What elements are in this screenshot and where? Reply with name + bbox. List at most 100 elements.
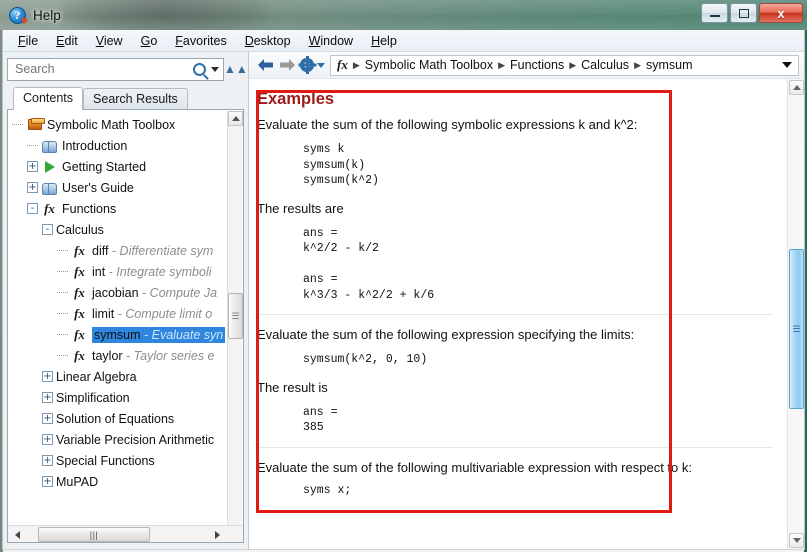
breadcrumb-separator: ▶ xyxy=(498,59,505,70)
tree-item-variable-precision-arithmetic[interactable]: + Variable Precision Arithmetic xyxy=(12,429,243,450)
back-arrow-icon[interactable] xyxy=(254,58,276,72)
collapse-panel-button[interactable]: ▲▲ xyxy=(224,58,248,81)
forward-arrow-icon[interactable] xyxy=(276,58,298,72)
breadcrumb-separator: ▶ xyxy=(569,59,577,70)
tree-item-label: MuPAD xyxy=(56,474,99,489)
search-box[interactable] xyxy=(7,57,224,81)
menu-view[interactable]: View xyxy=(87,32,132,50)
section-divider xyxy=(255,314,773,315)
breadcrumb[interactable]: fx ▶ Symbolic Math Toolbox ▶ Functions ▶… xyxy=(330,54,799,76)
search-icon[interactable] xyxy=(193,62,206,76)
tree-item-label: Variable Precision Arithmetic xyxy=(56,432,215,447)
paragraph-1: Evaluate the sum of the following symbol… xyxy=(257,117,638,132)
document-scroll-up-button[interactable] xyxy=(789,80,804,95)
menu-bar: File Edit View Go Favorites Desktop Wind… xyxy=(3,30,804,52)
expand-icon[interactable]: + xyxy=(42,413,53,424)
document-body: Examples Evaluate the sum of the followi… xyxy=(249,79,787,549)
menu-window[interactable]: Window xyxy=(300,32,362,50)
search-input[interactable] xyxy=(15,62,193,76)
fx-icon: fx xyxy=(74,347,85,363)
tree-item-diff[interactable]: fx diff - Differentiate sym xyxy=(12,240,243,261)
content-panel: fx ▶ Symbolic Math Toolbox ▶ Functions ▶… xyxy=(249,52,804,549)
tree-item-symsum[interactable]: fx symsum - Evaluate syn xyxy=(12,324,243,345)
collapse-icon[interactable]: - xyxy=(27,203,38,214)
tree-item-label: Symbolic Math Toolbox xyxy=(47,117,176,132)
tree-item-getting-started[interactable]: + Getting Started xyxy=(12,156,243,177)
settings-button[interactable] xyxy=(300,56,325,74)
tree-item-label: Solution of Equations xyxy=(56,411,175,426)
book-closed-icon xyxy=(26,118,45,130)
collapse-icon[interactable]: - xyxy=(42,224,53,235)
paragraph-2: The results are xyxy=(257,200,344,216)
tree-vertical-scrollbar[interactable]: ☰ xyxy=(227,111,243,541)
expand-icon[interactable]: + xyxy=(42,476,53,487)
maximize-button[interactable] xyxy=(730,3,757,23)
breadcrumb-item-functions[interactable]: Functions xyxy=(510,58,564,72)
tree-scroll-thumb[interactable]: ☰ xyxy=(228,293,243,339)
tree-item-mupad[interactable]: + MuPAD xyxy=(12,471,243,492)
menu-favorites[interactable]: Favorites xyxy=(166,32,235,50)
tree-item-taylor[interactable]: fx taylor - Taylor series e xyxy=(12,345,243,366)
menu-file[interactable]: File xyxy=(9,32,47,50)
expand-icon[interactable]: + xyxy=(27,182,38,193)
document-scroll-down-button[interactable] xyxy=(789,533,804,548)
breadcrumb-dropdown-icon[interactable] xyxy=(782,62,792,68)
expand-icon[interactable]: + xyxy=(42,392,53,403)
tree-horizontal-scrollbar[interactable]: ||| xyxy=(8,525,243,542)
menu-desktop[interactable]: Desktop xyxy=(236,32,300,50)
close-button[interactable]: x xyxy=(759,3,803,23)
settings-dropdown-icon[interactable] xyxy=(317,62,325,68)
document-vertical-scrollbar[interactable]: ☰ xyxy=(787,79,804,549)
tree-item-jacobian[interactable]: fx jacobian - Compute Ja xyxy=(12,282,243,303)
tree-item-calculus[interactable]: - Calculus xyxy=(12,219,243,240)
main-split: ▲▲ Contents Search Results Symbolic Math… xyxy=(3,52,804,549)
tree-item-symbolic-math-toolbox[interactable]: Symbolic Math Toolbox xyxy=(12,114,243,135)
contents-tree[interactable]: Symbolic Math Toolbox Introduction + Gettin… xyxy=(8,110,243,525)
breadcrumb-item-calculus[interactable]: Calculus xyxy=(581,58,629,72)
code-block-2: ans = k^2/2 - k/2 ans = k^3/3 - k^2/2 + … xyxy=(303,226,435,302)
tree-scroll-up-button[interactable] xyxy=(228,111,243,126)
tree-item-solution-of-equations[interactable]: + Solution of Equations xyxy=(12,408,243,429)
search-dropdown-icon[interactable] xyxy=(211,66,219,72)
fx-icon: fx xyxy=(74,305,85,321)
breadcrumb-item-toolbox[interactable]: Symbolic Math Toolbox xyxy=(365,58,493,72)
maximize-icon xyxy=(738,8,749,18)
window-client-area: File Edit View Go Favorites Desktop Wind… xyxy=(2,30,805,552)
tree-scroll-right-button[interactable] xyxy=(210,527,225,542)
expand-icon[interactable]: + xyxy=(42,371,53,382)
sidebar-tabs: Contents Search Results xyxy=(7,86,244,110)
tree-item-introduction[interactable]: Introduction xyxy=(12,135,243,156)
tree-hscroll-thumb[interactable]: ||| xyxy=(38,527,150,542)
tree-guide-line xyxy=(57,313,68,314)
document-scroll-thumb[interactable]: ☰ xyxy=(789,249,804,409)
code-block-3: symsum(k^2, 0, 10) xyxy=(303,353,428,366)
expand-icon[interactable]: + xyxy=(42,434,53,445)
tree-guide-line xyxy=(12,124,23,125)
window-controls: x xyxy=(701,3,803,23)
tree-item-functions[interactable]: - fx Functions xyxy=(12,198,243,219)
breadcrumb-item-symsum[interactable]: symsum xyxy=(646,58,693,72)
tree-item-simplification[interactable]: + Simplification xyxy=(12,387,243,408)
menu-help[interactable]: Help xyxy=(362,32,406,50)
code-block-5: syms x; xyxy=(303,483,352,497)
tree-guide-line xyxy=(27,145,38,146)
gear-icon[interactable] xyxy=(300,56,314,74)
minimize-button[interactable] xyxy=(701,3,728,23)
tree-item-special-functions[interactable]: + Special Functions xyxy=(12,450,243,471)
menu-edit[interactable]: Edit xyxy=(47,32,87,50)
tree-item-int[interactable]: fx int - Integrate symboli xyxy=(12,261,243,282)
paragraph-4: The result is xyxy=(257,379,328,395)
expand-icon[interactable]: + xyxy=(42,455,53,466)
fx-icon: fx xyxy=(74,263,85,279)
tab-search-results[interactable]: Search Results xyxy=(83,88,188,110)
tree-item-linear-algebra[interactable]: + Linear Algebra xyxy=(12,366,243,387)
tree-item-label: Special Functions xyxy=(56,453,155,468)
page-title: Examples xyxy=(257,90,335,108)
menu-go[interactable]: Go xyxy=(132,32,167,50)
tree-guide-line xyxy=(57,250,68,251)
expand-icon[interactable]: + xyxy=(27,161,38,172)
tree-item-limit[interactable]: fx limit - Compute limit o xyxy=(12,303,243,324)
tab-contents[interactable]: Contents xyxy=(13,87,84,110)
tree-scroll-left-button[interactable] xyxy=(10,527,25,542)
tree-item-user-s-guide[interactable]: + User's Guide xyxy=(12,177,243,198)
